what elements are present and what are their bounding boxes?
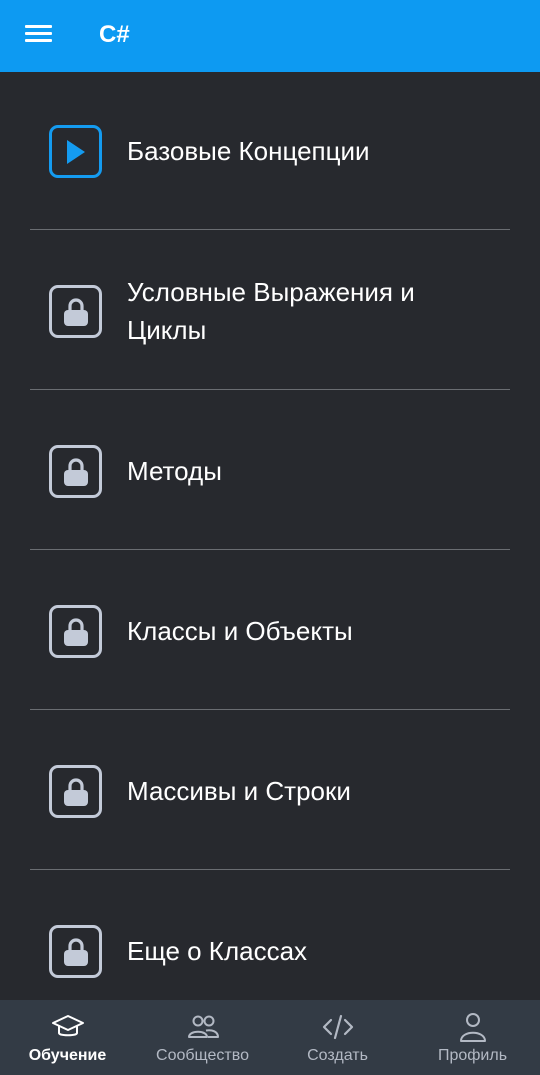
- divider: [30, 869, 510, 870]
- hamburger-menu-icon[interactable]: [25, 23, 52, 45]
- nav-tab-create[interactable]: Создать: [270, 1000, 405, 1075]
- nav-tab-community[interactable]: Сообщество: [135, 1000, 270, 1075]
- lesson-item-classes-objects[interactable]: Классы и Объекты: [0, 552, 540, 710]
- lesson-label: Условные Выражения и Циклы: [127, 277, 415, 345]
- nav-tab-learn[interactable]: Обучение: [0, 1000, 135, 1075]
- bottom-navigation: Обучение Сообщество Создать Профиль: [0, 1000, 540, 1075]
- divider: [30, 229, 510, 230]
- lesson-label: Классы и Объекты: [127, 616, 353, 646]
- page-title: C#: [99, 21, 130, 48]
- lock-icon: [49, 605, 102, 658]
- graduation-cap-icon: [51, 1015, 84, 1037]
- lesson-item-more-classes[interactable]: Еще о Классах: [0, 872, 540, 1000]
- lesson-label: Методы: [127, 456, 222, 486]
- lesson-label: Массивы и Строки: [127, 776, 351, 806]
- divider: [30, 709, 510, 710]
- play-icon: [49, 125, 102, 178]
- lock-icon: [49, 765, 102, 818]
- nav-label: Сообщество: [156, 1047, 249, 1064]
- divider: [30, 549, 510, 550]
- lock-icon: [49, 925, 102, 978]
- code-icon: [322, 1014, 353, 1040]
- lesson-item-basic-concepts[interactable]: Базовые Концепции: [0, 72, 540, 230]
- lesson-label: Еще о Классах: [127, 936, 308, 966]
- nav-tab-profile[interactable]: Профиль: [405, 1000, 540, 1075]
- lesson-item-arrays-strings[interactable]: Массивы и Строки: [0, 712, 540, 870]
- lock-icon: [49, 285, 102, 338]
- lock-icon: [49, 445, 102, 498]
- divider: [30, 389, 510, 390]
- lesson-label: Базовые Концепции: [127, 136, 370, 166]
- profile-icon: [459, 1013, 486, 1042]
- lesson-item-conditionals-loops[interactable]: Условные Выражения и Циклы: [0, 232, 540, 390]
- nav-label: Обучение: [28, 1047, 107, 1064]
- community-icon: [187, 1015, 219, 1038]
- app-bar: C#: [0, 0, 540, 72]
- lesson-list: Базовые Концепции Условные Выражения и Ц…: [0, 72, 540, 1000]
- nav-label: Создать: [307, 1047, 368, 1064]
- nav-label: Профиль: [437, 1047, 508, 1064]
- lesson-item-methods[interactable]: Методы: [0, 392, 540, 550]
